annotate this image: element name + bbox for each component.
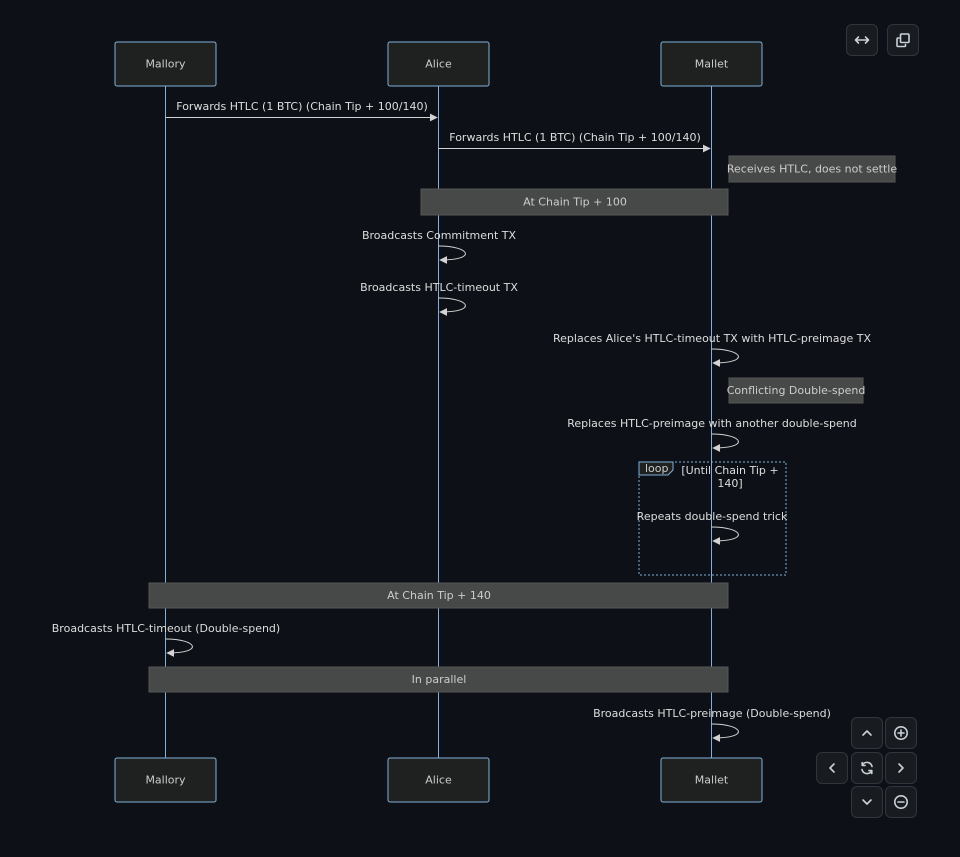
actor-label: Mallory bbox=[145, 58, 186, 71]
self-message-arrow bbox=[711, 348, 739, 367]
message-label: Broadcasts HTLC-preimage (Double-spend) bbox=[593, 707, 831, 720]
actor-top-mallory: Mallory bbox=[114, 41, 217, 87]
self-message-arrow bbox=[438, 297, 466, 316]
note: Conflicting Double-spend bbox=[727, 377, 866, 404]
self-message-arrow bbox=[165, 638, 193, 657]
zoom-in-button[interactable] bbox=[885, 717, 917, 749]
note: Receives HTLC, does not settle bbox=[727, 155, 897, 183]
chevron-right-icon bbox=[898, 763, 904, 773]
actor-bottom-mallory: Mallory bbox=[114, 757, 217, 803]
copy-button[interactable] bbox=[887, 24, 919, 56]
chevron-left-icon bbox=[829, 763, 835, 773]
note: In parallel bbox=[148, 666, 729, 693]
message-label: Replaces Alice's HTLC-timeout TX with HT… bbox=[553, 332, 871, 345]
arrows-horizontal-icon bbox=[854, 36, 870, 44]
copy-icon bbox=[896, 33, 910, 48]
pan-left-button[interactable] bbox=[816, 752, 848, 784]
message-label: Replaces HTLC-preimage with another doub… bbox=[567, 417, 857, 430]
message-label: Forwards HTLC (1 BTC) (Chain Tip + 100/1… bbox=[449, 131, 700, 144]
chevron-up-icon bbox=[862, 730, 872, 736]
self-message-arrow bbox=[438, 245, 466, 264]
actor-label: Alice bbox=[425, 774, 452, 787]
actor-top-alice: Alice bbox=[387, 41, 490, 87]
fit-width-button[interactable] bbox=[846, 24, 878, 56]
self-message-arrow bbox=[711, 433, 739, 452]
zoom-out-button[interactable] bbox=[885, 786, 917, 818]
note-text: In parallel bbox=[412, 673, 467, 686]
loop-condition-line-2: 140] bbox=[717, 477, 742, 490]
actor-bottom-mallet: Mallet bbox=[660, 757, 763, 803]
chevron-down-icon bbox=[862, 799, 872, 805]
zoom-in-icon bbox=[894, 726, 908, 740]
zoom-out-icon bbox=[894, 795, 908, 809]
message-label: Broadcasts HTLC-timeout (Double-spend) bbox=[52, 622, 280, 635]
pan-up-button[interactable] bbox=[851, 717, 883, 749]
self-message-arrow bbox=[711, 723, 739, 742]
actor-label: Mallet bbox=[695, 58, 729, 71]
actor-label: Mallory bbox=[145, 774, 186, 787]
actor-top-mallet: Mallet bbox=[660, 41, 763, 87]
pan-right-button[interactable] bbox=[885, 752, 917, 784]
message-label: Repeats double-spend trick bbox=[637, 510, 788, 523]
loop-condition-line-1: [Until Chain Tip + bbox=[681, 464, 778, 477]
reset-icon bbox=[861, 761, 873, 775]
message-label: Forwards HTLC (1 BTC) (Chain Tip + 100/1… bbox=[176, 100, 427, 113]
pan-down-button[interactable] bbox=[851, 786, 883, 818]
reset-button[interactable] bbox=[851, 752, 883, 784]
actor-bottom-alice: Alice bbox=[387, 757, 490, 803]
note-text: Receives HTLC, does not settle bbox=[727, 163, 897, 176]
note: At Chain Tip + 140 bbox=[148, 582, 729, 609]
message-label: Broadcasts Commitment TX bbox=[362, 229, 517, 242]
message-label: Broadcasts HTLC-timeout TX bbox=[360, 281, 518, 294]
note-text: Conflicting Double-spend bbox=[727, 384, 866, 397]
note-text: At Chain Tip + 140 bbox=[387, 589, 491, 602]
loop-label: loop bbox=[645, 462, 669, 475]
note: At Chain Tip + 100 bbox=[420, 188, 729, 216]
self-message-arrow bbox=[711, 526, 739, 545]
actor-label: Alice bbox=[425, 58, 452, 71]
note-text: At Chain Tip + 100 bbox=[523, 196, 627, 209]
sequence-diagram: Mallory Alice Mallet Forwards HTLC (1 BT… bbox=[52, 41, 897, 803]
actor-label: Mallet bbox=[695, 774, 729, 787]
